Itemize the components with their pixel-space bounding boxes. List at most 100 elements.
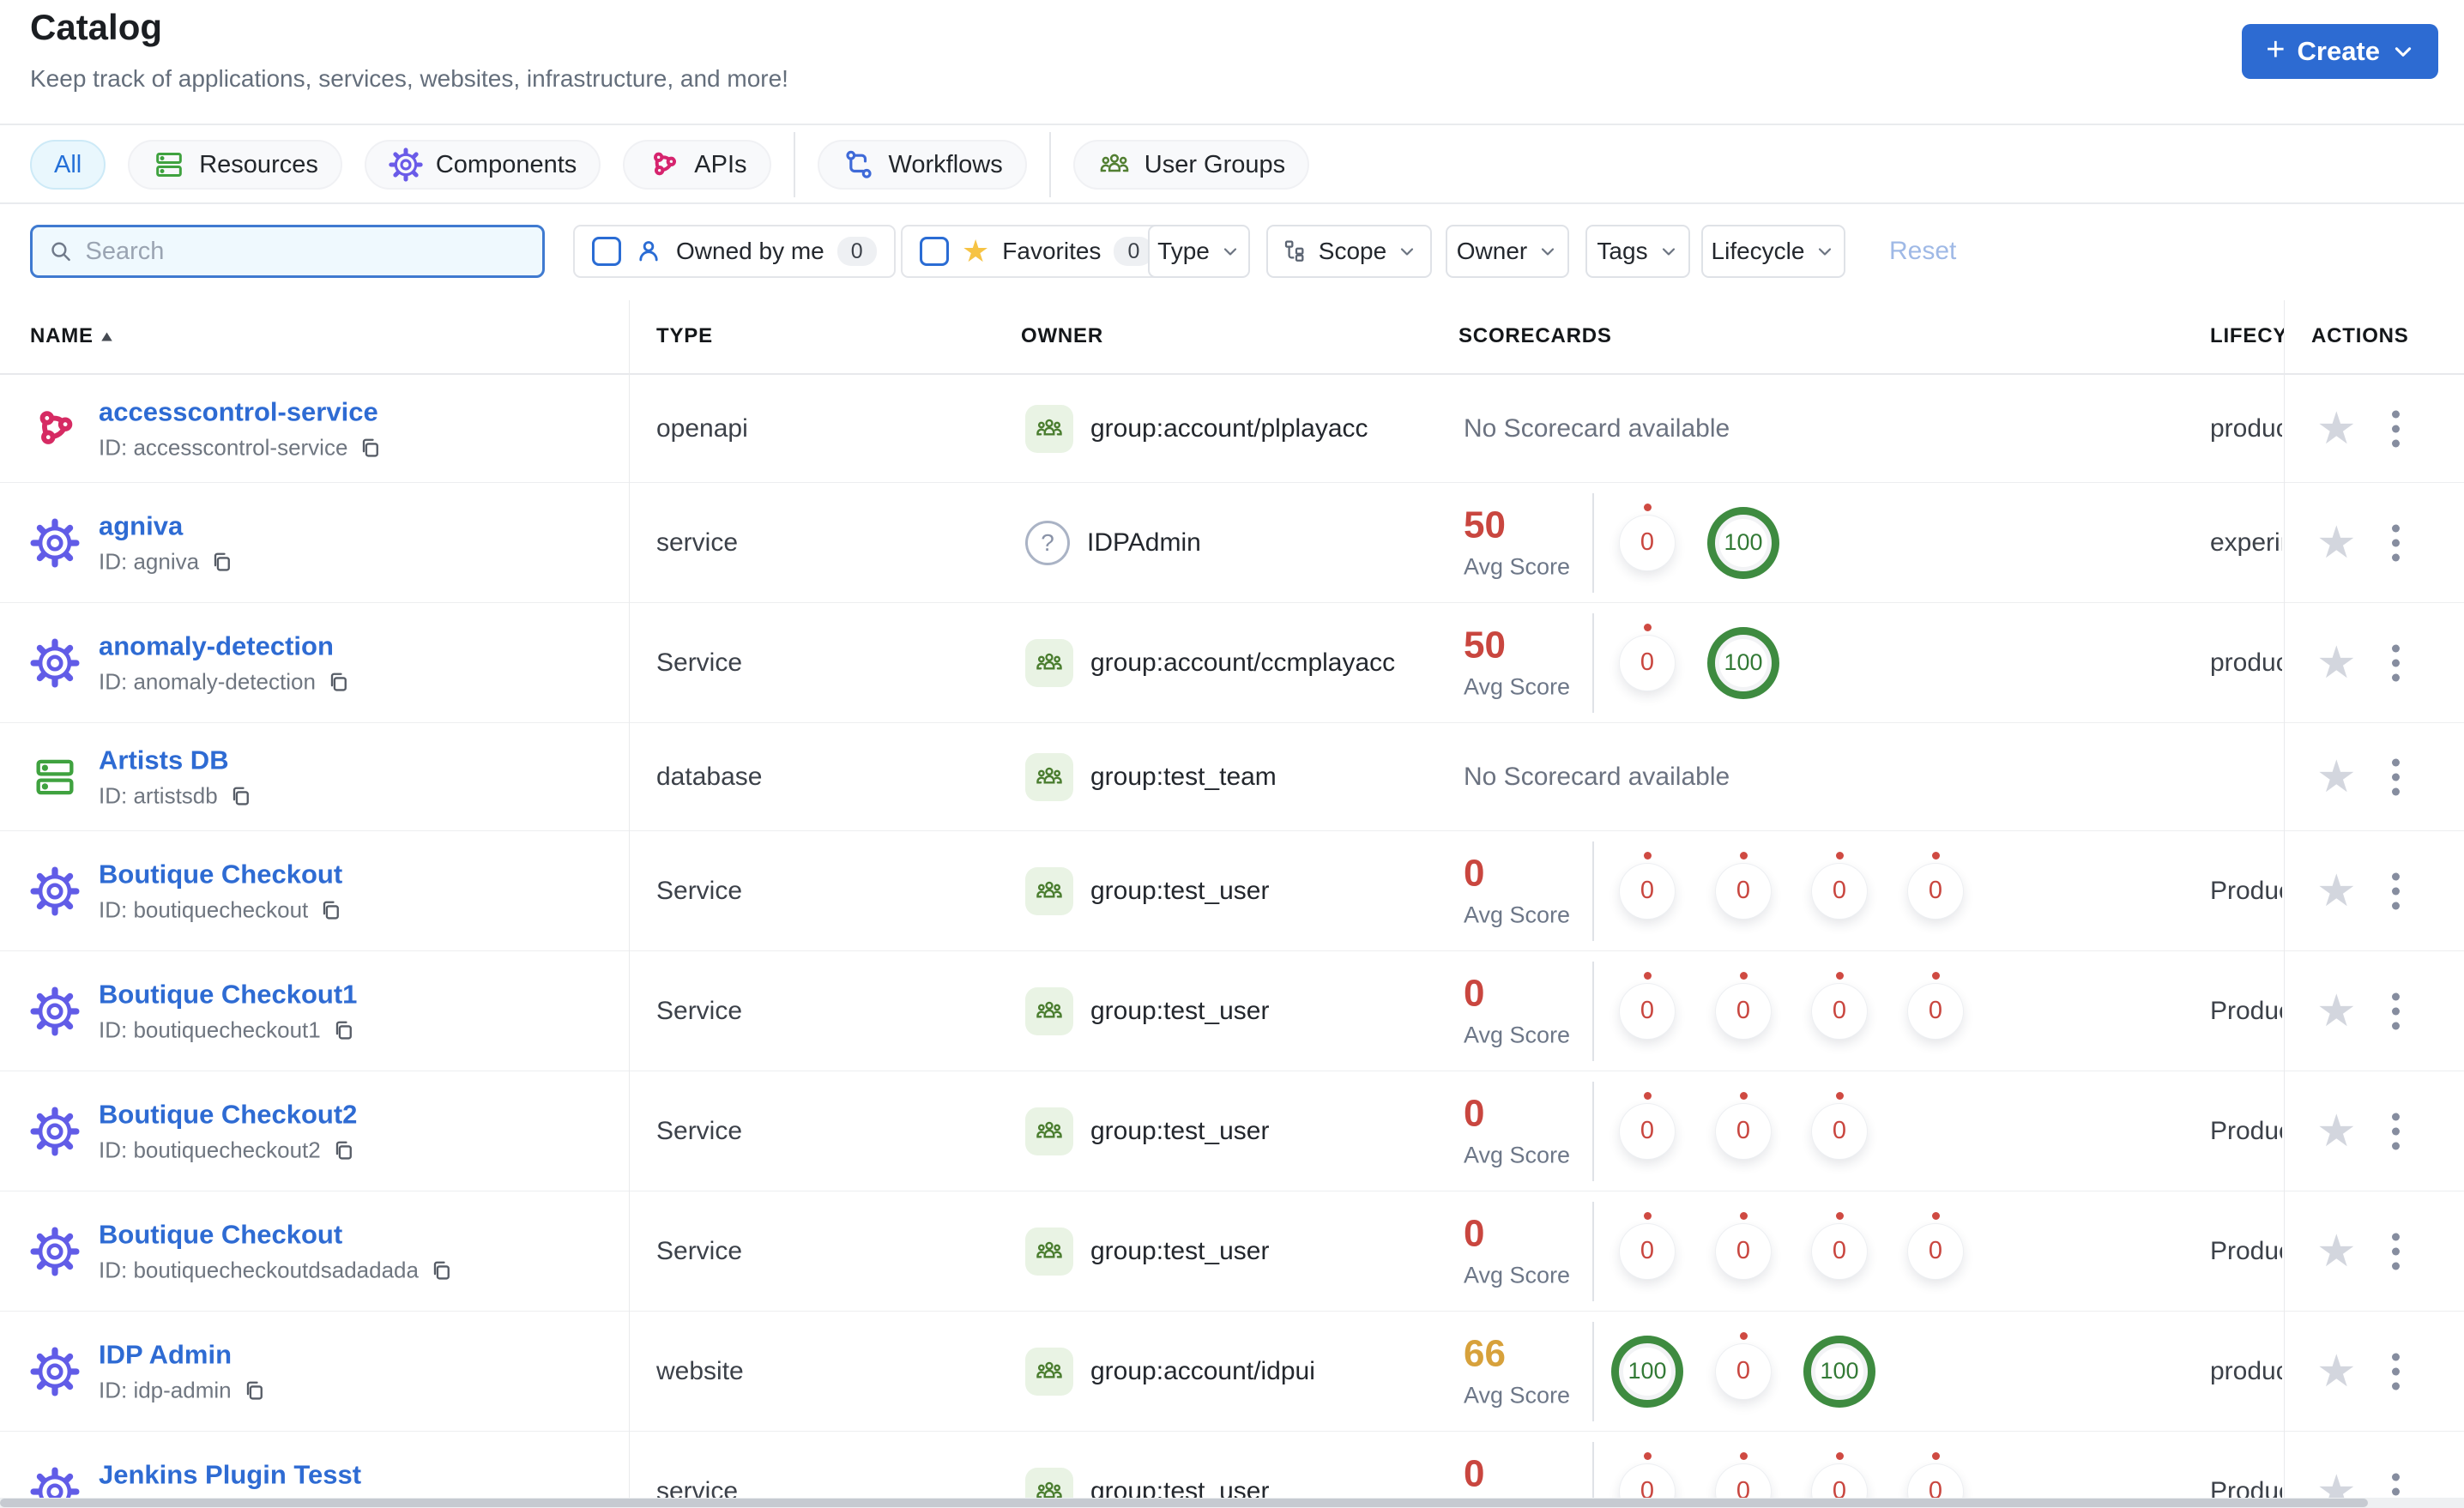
favorite-star-button[interactable]: ★: [2316, 989, 2357, 1034]
entity-name-link[interactable]: Jenkins Plugin Tesst: [99, 1459, 361, 1490]
kebab-menu-button[interactable]: [2387, 1348, 2405, 1395]
favorite-star-button[interactable]: ★: [2316, 641, 2357, 685]
entity-name-link[interactable]: Boutique Checkout2: [99, 1099, 357, 1130]
scorecard-circle-fail[interactable]: 0: [1620, 1211, 1675, 1279]
kebab-menu-button[interactable]: [2387, 1228, 2405, 1275]
favorite-star-button[interactable]: ★: [2316, 407, 2357, 451]
type-dropdown[interactable]: Type: [1148, 225, 1250, 278]
tab-all[interactable]: All: [30, 140, 106, 190]
kebab-menu-button[interactable]: [2387, 753, 2405, 800]
progress-dot: [1836, 1211, 1844, 1220]
scorecard-circle-fail[interactable]: 0: [1812, 1211, 1867, 1279]
page-subtitle: Keep track of applications, services, we…: [30, 65, 788, 92]
copy-icon[interactable]: [209, 550, 233, 574]
kebab-menu-button[interactable]: [2387, 1107, 2405, 1155]
copy-icon[interactable]: [228, 784, 252, 808]
copy-icon[interactable]: [318, 898, 342, 922]
table-row[interactable]: agniva ID: agniva service? IDPAdmin 50 Avg Sc…: [0, 483, 2464, 603]
table-row[interactable]: Boutique Checkout ID: boutiquecheckout Ser…: [0, 831, 2464, 951]
favorite-star-button[interactable]: ★: [2316, 1229, 2357, 1274]
service-gear-icon: [30, 1226, 80, 1276]
column-header-lifecycle: LIFECYCLE: [2210, 324, 2284, 347]
horizontal-scrollbar-thumb[interactable]: [0, 1499, 2368, 1507]
scorecard-circle-fail[interactable]: 0: [1716, 971, 1771, 1039]
scorecard-circle-fail[interactable]: 0: [1620, 1091, 1675, 1159]
scorecard-circle-fail[interactable]: 0: [1716, 851, 1771, 919]
owner-label: group:account/idpui: [1090, 1356, 1315, 1385]
tab-workflows[interactable]: Workflows: [817, 140, 1027, 190]
entity-name-link[interactable]: anomaly-detection: [99, 630, 350, 661]
scorecard-circle-fail[interactable]: 0: [1620, 971, 1675, 1039]
table-row[interactable]: accesscontrol-service ID: accesscontrol-s…: [0, 375, 2464, 483]
scorecard-circle-fail[interactable]: 0: [1620, 623, 1675, 691]
scorecard-circle-fail[interactable]: 0: [1812, 851, 1867, 919]
scorecard-circle-pass[interactable]: 100: [1707, 506, 1779, 579]
scorecard-circle-fail[interactable]: 0: [1908, 1211, 1963, 1279]
tab-user-groups[interactable]: User Groups: [1072, 140, 1310, 190]
scorecard-circle-fail[interactable]: 0: [1812, 1091, 1867, 1159]
tags-dropdown[interactable]: Tags: [1585, 225, 1690, 278]
tab-components[interactable]: Components: [364, 140, 601, 190]
copy-icon[interactable]: [326, 670, 350, 694]
column-header-name[interactable]: NAME: [30, 324, 113, 348]
scorecard-circle-fail[interactable]: 0: [1812, 971, 1867, 1039]
tab-resources[interactable]: Resources: [128, 140, 342, 190]
entity-name-link[interactable]: Boutique Checkout: [99, 859, 342, 890]
entity-name-link[interactable]: accesscontrol-service: [99, 396, 382, 427]
scorecard-circle-fail[interactable]: 0: [1716, 1331, 1771, 1399]
favorite-star-button[interactable]: ★: [2316, 1349, 2357, 1394]
scorecard-circle-fail[interactable]: 0: [1908, 971, 1963, 1039]
kebab-menu-button[interactable]: [2387, 987, 2405, 1034]
table-row[interactable]: Boutique Checkout ID: boutiquecheckoutdsa…: [0, 1191, 2464, 1312]
copy-icon[interactable]: [331, 1018, 355, 1042]
scorecard-circle-fail[interactable]: 0: [1716, 1211, 1771, 1279]
entity-name-link[interactable]: Boutique Checkout1: [99, 979, 357, 1010]
scorecard-circle-fail[interactable]: 0: [1620, 851, 1675, 919]
scorecard-circle-value: 100: [1724, 529, 1763, 555]
create-button[interactable]: + Create: [2242, 24, 2438, 79]
progress-dot: [1644, 623, 1652, 631]
entity-name-link[interactable]: Boutique Checkout: [99, 1219, 453, 1250]
kebab-menu-button[interactable]: [2387, 405, 2405, 452]
scorecard-circle-pass[interactable]: 100: [1803, 1335, 1875, 1408]
favorite-star-button[interactable]: ★: [2316, 521, 2357, 565]
entity-name-link[interactable]: agniva: [99, 510, 233, 541]
scope-dropdown[interactable]: Scope: [1266, 225, 1432, 278]
entity-name-link[interactable]: Artists DB: [99, 745, 252, 775]
scorecard-circle-value: 0: [1832, 1237, 1847, 1264]
resources-icon: [152, 148, 186, 182]
scorecard-circle-value: 0: [1640, 528, 1655, 556]
copy-icon[interactable]: [429, 1258, 453, 1282]
scorecard-circle-fail[interactable]: 0: [1716, 1091, 1771, 1159]
table-row[interactable]: Boutique Checkout2 ID: boutiquecheckout2 S…: [0, 1071, 2464, 1191]
progress-dot: [1836, 851, 1844, 860]
scorecard-circle-pass[interactable]: 100: [1611, 1335, 1683, 1408]
table-row[interactable]: Jenkins Plugin TesstID: jenkinstestservi…: [0, 1432, 2464, 1508]
scorecard-circle-fail[interactable]: 0: [1908, 851, 1963, 919]
favorite-star-button[interactable]: ★: [2316, 755, 2357, 799]
lifecycle-dropdown[interactable]: Lifecycle: [1701, 225, 1845, 278]
scorecard-divider: [1592, 1201, 1594, 1301]
lifecycle-value: Production: [2210, 876, 2282, 905]
table-row[interactable]: Boutique Checkout1 ID: boutiquecheckout1 S…: [0, 951, 2464, 1071]
table-row[interactable]: anomaly-detection ID: anomaly-detection Se…: [0, 603, 2464, 723]
scorecard-circle-fail[interactable]: 0: [1620, 503, 1675, 570]
favorite-star-button[interactable]: ★: [2316, 869, 2357, 914]
progress-dot: [1644, 503, 1652, 511]
scorecard-circle-value: 0: [1832, 1117, 1847, 1144]
scorecard-circle-pass[interactable]: 100: [1707, 626, 1779, 699]
avg-score-label: Avg Score: [1464, 902, 1571, 928]
owner-dropdown[interactable]: Owner: [1446, 225, 1569, 278]
favorite-star-button[interactable]: ★: [2316, 1109, 2357, 1154]
kebab-menu-button[interactable]: [2387, 867, 2405, 914]
kebab-menu-button[interactable]: [2387, 639, 2405, 686]
tab-apis[interactable]: APIs: [623, 140, 771, 190]
copy-icon[interactable]: [358, 436, 382, 460]
table-row[interactable]: Artists DB ID: artistsdb database group:tes…: [0, 723, 2464, 831]
table-row[interactable]: IDP Admin ID: idp-admin website group:accou…: [0, 1312, 2464, 1432]
entity-name-link[interactable]: IDP Admin: [99, 1339, 266, 1370]
copy-icon[interactable]: [242, 1378, 266, 1402]
copy-icon[interactable]: [331, 1138, 355, 1162]
kebab-menu-button[interactable]: [2387, 519, 2405, 566]
reset-filters-button[interactable]: Reset: [1889, 237, 1956, 266]
